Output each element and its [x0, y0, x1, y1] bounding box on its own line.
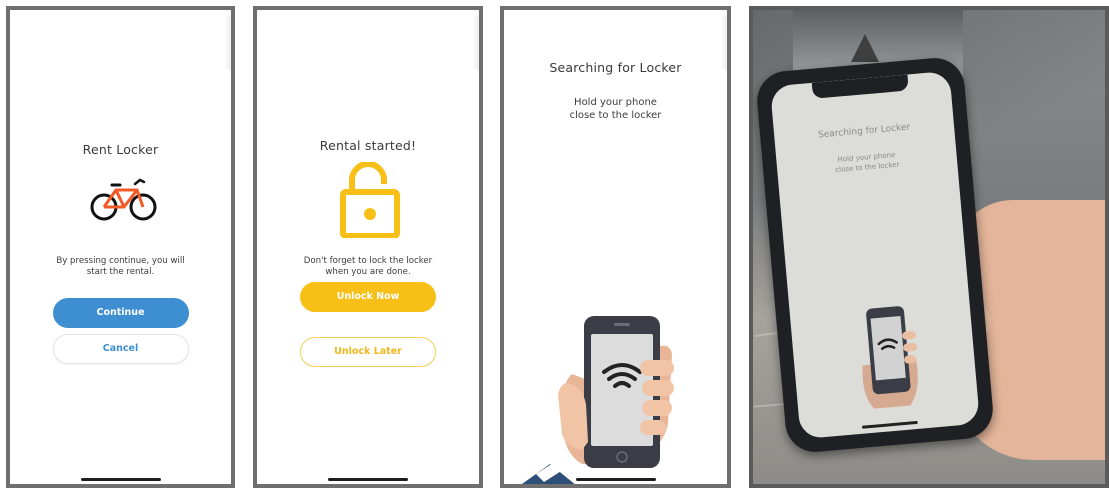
home-indicator[interactable]	[575, 478, 656, 481]
cancel-button[interactable]: Cancel	[52, 334, 189, 364]
rental-started-screen: Rental started! Don't forget to lock the…	[253, 6, 483, 488]
screen-title: Rent Locker	[82, 142, 159, 157]
message-line-2: start the rental.	[86, 267, 155, 277]
message-line-2: close to the locker	[569, 110, 662, 121]
rental-info-text: By pressing continue, you will start the…	[10, 256, 231, 278]
hand-holding-phone-icon	[862, 306, 918, 409]
rent-locker-screen: Rent Locker By pressing continue, you wi…	[6, 6, 235, 488]
photo-screen-title: Searching for Locker	[817, 122, 911, 141]
screen-edge-shadow	[223, 16, 231, 70]
lock-reminder-text: Don't forget to lock the locker when you…	[257, 256, 479, 278]
screen-title: Searching for Locker	[549, 60, 682, 75]
continue-button[interactable]: Continue	[52, 298, 189, 328]
bicycle-icon	[90, 178, 157, 221]
phone-screen: Searching for Locker Hold your phone clo…	[769, 70, 981, 440]
photo-screen-message: Hold your phone close to the locker	[776, 145, 957, 181]
phone-in-hand-photo: Searching for Locker Hold your phone clo…	[749, 6, 1109, 488]
message-line-2: when you are done.	[325, 267, 411, 277]
unlocked-padlock-icon	[340, 162, 400, 238]
message-line-1: Don't forget to lock the locker	[303, 256, 433, 266]
instruction-text: Hold your phone close to the locker	[504, 96, 727, 122]
phone-notch	[811, 74, 909, 99]
unlock-now-button[interactable]: Unlock Now	[300, 282, 436, 312]
phone-case: Searching for Locker Hold your phone clo…	[754, 55, 996, 455]
message-line-1: By pressing continue, you will	[56, 256, 185, 266]
screen-title: Rental started!	[319, 138, 417, 153]
hand-holding-phone-icon	[522, 316, 674, 484]
unlock-later-button[interactable]: Unlock Later	[300, 337, 436, 367]
screen-edge-shadow	[471, 16, 479, 70]
home-indicator[interactable]	[328, 478, 408, 481]
message-line-1: Hold your phone	[574, 97, 657, 108]
home-indicator[interactable]	[80, 478, 161, 481]
searching-locker-screen: Searching for Locker Hold your phone clo…	[500, 6, 731, 488]
photo-home-indicator	[861, 420, 918, 429]
